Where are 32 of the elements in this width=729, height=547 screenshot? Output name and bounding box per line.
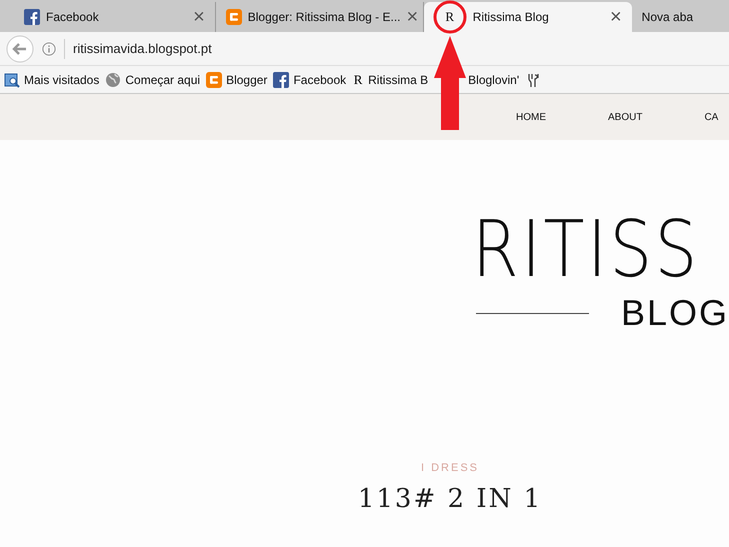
tab-title: Nova aba <box>642 10 694 24</box>
tab-title: Facebook <box>46 10 100 24</box>
bookmark-link[interactable]: Começar aqui <box>125 72 200 86</box>
info-icon[interactable] <box>42 42 56 56</box>
globe-icon[interactable] <box>105 72 122 88</box>
blog-logo-subtitle: BLOG <box>620 292 729 334</box>
blogger-icon <box>226 9 242 25</box>
nav-link[interactable]: HOME <box>516 112 546 122</box>
close-icon[interactable]: × <box>610 7 622 27</box>
blog-logo-title: RITISS <box>472 210 694 290</box>
facebook-icon <box>24 9 40 25</box>
bookmark-link[interactable]: Bloglovin' <box>468 72 520 86</box>
bookmark-folder-icon[interactable] <box>4 72 20 88</box>
bookmark-link[interactable]: Mais visitados <box>24 72 100 86</box>
bookmark-link[interactable]: Ritissima B <box>368 72 428 86</box>
nav-link[interactable]: CA <box>704 112 718 122</box>
nav-link[interactable]: ABOUT <box>608 112 642 122</box>
tab-title: Ritissima Blog <box>472 10 550 24</box>
favicon-letter: R <box>444 9 455 25</box>
post-title[interactable]: 113# 2 IN 1 <box>300 484 600 514</box>
facebook-icon[interactable] <box>273 72 290 88</box>
close-icon[interactable]: × <box>406 7 418 27</box>
back-button[interactable] <box>6 34 34 62</box>
bookmark-link[interactable]: Blogger <box>226 72 268 86</box>
browser-tab[interactable]: Nova aba <box>632 2 729 32</box>
blogger-icon[interactable] <box>206 72 222 88</box>
tab-title: Blogger: Ritissima Blog - E... <box>248 10 400 24</box>
close-icon[interactable]: × <box>193 7 205 27</box>
favicon-letter[interactable]: R <box>352 72 364 88</box>
url-text[interactable]: ritissimavida.blogspot.pt <box>73 41 212 56</box>
browser-tab[interactable]: R Ritissima Blog × <box>424 2 632 32</box>
bookmark-link[interactable]: Facebook <box>293 72 346 86</box>
